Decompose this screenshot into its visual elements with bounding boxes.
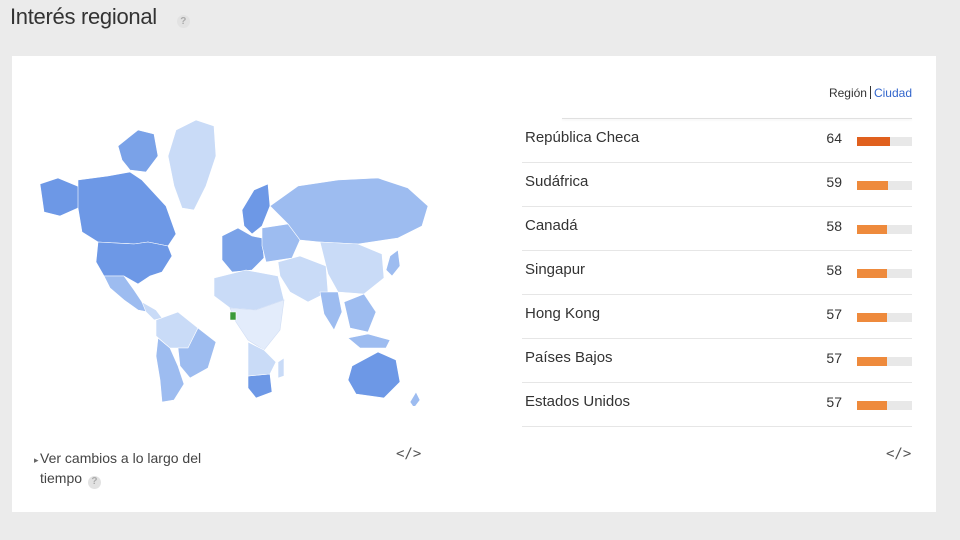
ranking-row[interactable]: Canadá 58 [522,207,912,251]
region-value: 58 [826,218,842,234]
region-value: 57 [826,350,842,366]
map-region-canada [77,171,177,247]
header: Interés regional ? [10,2,190,32]
region-name: Hong Kong [525,305,601,322]
map-region-japan [385,249,401,277]
ranking-row[interactable]: Estados Unidos 57 [522,383,912,427]
map-region-australia [347,351,401,399]
map-region-south-africa [247,373,273,399]
toggle-separator [869,86,871,99]
region-value: 64 [826,130,842,146]
region-name: Estados Unidos [525,393,631,410]
interest-bar [857,137,912,146]
map-region-indonesia [347,333,391,349]
interest-bar-fill [857,401,887,410]
interest-bar [857,313,912,322]
region-value: 58 [826,262,842,278]
ranking-row[interactable]: Países Bajos 57 [522,339,912,383]
interest-bar [857,357,912,366]
ranking-row[interactable]: República Checa 64 [522,119,912,163]
region-value: 57 [826,394,842,410]
region-name: Canadá [525,217,578,234]
embed-code-icon[interactable]: </> [396,446,421,462]
expand-arrow-icon: ▸ [34,455,39,465]
embed-code-icon[interactable]: </> [886,446,911,462]
interest-bar-fill [857,137,891,146]
interest-bar [857,225,912,234]
city-tab[interactable]: Ciudad [874,86,912,100]
ranking-row[interactable]: Sudáfrica 59 [522,163,912,207]
region-value: 59 [826,174,842,190]
region-city-toggle: Región Ciudad [829,86,912,100]
map-region-canada-islands [117,129,159,173]
region-tab[interactable]: Región [829,86,867,100]
help-icon[interactable]: ? [176,14,190,28]
ranking-row[interactable]: Singapur 58 [522,251,912,295]
region-value: 57 [826,306,842,322]
map-region-scandinavia [241,183,271,235]
map-region-india [319,291,343,331]
view-changes-text: Ver cambios a lo largo del tiempo [40,450,202,486]
region-name: Sudáfrica [525,173,589,190]
help-icon[interactable]: ? [87,475,101,489]
region-name: Países Bajos [525,349,613,366]
world-map[interactable] [38,116,428,406]
interest-bar-fill [857,313,887,322]
map-region-ghana [229,311,237,321]
interest-bar [857,401,912,410]
view-changes-link[interactable]: ▸ Ver cambios a lo largo del tiempo ? [34,448,230,489]
ranking-list: República Checa 64 Sudáfrica 59 Canadá 58 Sing… [522,118,912,427]
ranking-row[interactable]: Hong Kong 57 [522,295,912,339]
map-region-greenland [167,119,217,211]
map-region-western-europe [221,227,265,273]
map-region-alaska [39,177,83,217]
interest-bar-fill [857,357,887,366]
map-region-new-zealand [409,391,421,406]
interest-bar-fill [857,269,888,278]
region-name: Singapur [525,261,586,278]
page-title: Interés regional [10,4,157,29]
interest-bar-fill [857,181,888,190]
map-region-china [319,241,385,295]
map-region-southeast-asia [343,293,377,333]
interest-bar [857,181,912,190]
interest-bar [857,269,912,278]
region-name: República Checa [525,129,640,146]
interest-bar-fill [857,225,888,234]
map-region-madagascar [277,357,285,379]
regional-interest-card: Región Ciudad República Checa 64 Sudáfrica 5… [12,56,936,512]
